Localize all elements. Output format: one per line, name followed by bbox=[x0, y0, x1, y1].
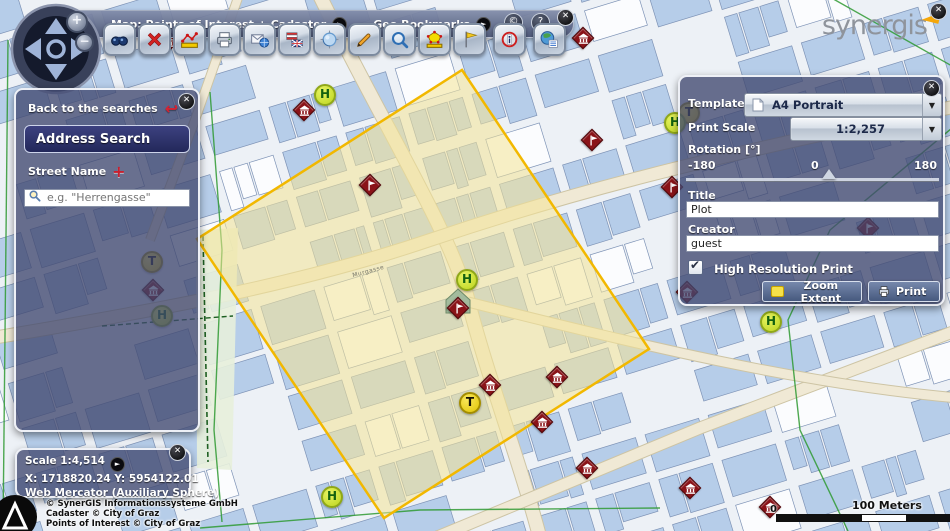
templates-label: Templates bbox=[688, 97, 751, 110]
poi-sight-flag-icon[interactable] bbox=[447, 297, 469, 319]
high-res-label: High Resolution Print bbox=[714, 262, 853, 276]
overview-close-icon[interactable]: ✕ bbox=[930, 3, 947, 20]
measure-line-tool-button[interactable] bbox=[173, 23, 206, 56]
status-panel-close-icon[interactable]: ✕ bbox=[169, 444, 186, 461]
scalebar bbox=[776, 514, 950, 522]
zoom-in-button[interactable]: + bbox=[66, 11, 88, 33]
scale-play-icon[interactable]: ► bbox=[110, 457, 125, 472]
draw-tool-button[interactable] bbox=[348, 23, 381, 56]
bookmark-flag-tool-button[interactable] bbox=[453, 23, 486, 56]
print-panel-close-icon[interactable]: ✕ bbox=[923, 80, 940, 97]
poi-museum-icon[interactable] bbox=[531, 411, 553, 433]
high-res-checkbox[interactable]: ✔ bbox=[688, 260, 703, 275]
status-panel: ✕ Scale 1:4,514► X: 1718820.24 Y: 595412… bbox=[15, 448, 191, 498]
street-name-input[interactable] bbox=[24, 189, 190, 207]
brand-logo-text: synergis bbox=[822, 12, 927, 40]
brand-logo: synergis bbox=[822, 12, 940, 40]
poi-museum-icon[interactable] bbox=[679, 477, 701, 499]
address-search-panel: ✕ Back to the searches ↩ Address Search … bbox=[14, 88, 200, 432]
identify-tool-icon bbox=[499, 29, 520, 50]
toolbar-close-icon[interactable]: ✕ bbox=[557, 9, 574, 26]
poi-museum-icon[interactable] bbox=[546, 366, 568, 388]
print-panel: ✕ Templates A4 Portrait ▼ Print Scale 1:… bbox=[678, 75, 945, 306]
print-button[interactable]: Print bbox=[868, 281, 940, 302]
map-scale: Scale 1:4,514 bbox=[25, 455, 105, 467]
rotation-label: Rotation [°] bbox=[688, 143, 761, 156]
copyright-attribution: © SynerGIS Informationssysteme GmbH Cada… bbox=[46, 499, 238, 529]
send-map-tool-icon bbox=[249, 29, 270, 50]
measure-line-tool-icon bbox=[179, 29, 200, 50]
measure-area-tool-button[interactable] bbox=[418, 23, 451, 56]
rotation-min: -180 bbox=[688, 159, 716, 172]
print-tool-icon bbox=[214, 29, 235, 50]
poi-hotel-icon[interactable]: H bbox=[760, 311, 782, 333]
zoom-out-button[interactable]: − bbox=[75, 33, 94, 52]
clear-selection-tool-button[interactable] bbox=[138, 23, 171, 56]
zoom-select-tool-button[interactable] bbox=[383, 23, 416, 56]
projection: Web Mercator (Auxiliary Sphere) bbox=[25, 486, 181, 500]
zoom-select-tool-icon bbox=[389, 29, 410, 50]
printer-icon bbox=[877, 285, 891, 298]
print-tool-button[interactable] bbox=[208, 23, 241, 56]
clear-selection-tool-icon bbox=[144, 29, 165, 50]
address-search-header[interactable]: Address Search bbox=[24, 125, 190, 153]
print-scale-label: Print Scale bbox=[688, 121, 755, 134]
rotation-mid: 0 bbox=[811, 159, 819, 172]
poi-museum-icon[interactable] bbox=[572, 27, 594, 49]
measure-area-tool-icon bbox=[424, 29, 445, 50]
mouse-coordinates: X: 1718820.24 Y: 5954122.01 bbox=[25, 472, 181, 486]
poi-hotel-icon[interactable]: H bbox=[314, 84, 336, 106]
legend-tool-icon bbox=[539, 29, 560, 50]
scalebar-label: 100 Meters bbox=[852, 499, 922, 512]
print-scale-dropdown[interactable]: 1:2,257 ▼ bbox=[790, 117, 942, 141]
poi-sight-flag-icon[interactable] bbox=[581, 129, 603, 151]
poi-transit-icon[interactable]: T bbox=[459, 392, 481, 414]
back-to-searches-link[interactable]: Back to the searches ↩ bbox=[28, 102, 198, 115]
draw-tool-icon bbox=[354, 29, 375, 50]
poi-museum-icon[interactable] bbox=[293, 99, 315, 121]
rotation-slider-thumb[interactable] bbox=[822, 169, 836, 179]
language-tool-icon bbox=[284, 29, 305, 50]
creator-input[interactable] bbox=[686, 235, 939, 252]
identify-tool-button[interactable] bbox=[493, 23, 526, 56]
app-window: Murgasse HTHHHTHTH synergis Map: Points … bbox=[0, 0, 950, 531]
bookmark-flag-tool-icon bbox=[459, 29, 480, 50]
zoom-extent-button[interactable]: Zoom Extent bbox=[762, 281, 862, 302]
chevron-down-icon[interactable]: ▼ bbox=[922, 94, 941, 116]
tool-buttons bbox=[103, 23, 566, 56]
poi-museum-icon[interactable] bbox=[479, 374, 501, 396]
poi-museum-icon[interactable] bbox=[576, 457, 598, 479]
vendor-logo bbox=[0, 494, 38, 531]
poi-hotel-icon[interactable]: H bbox=[321, 486, 343, 508]
center-map-tool-icon bbox=[319, 29, 340, 50]
chevron-down-icon[interactable]: ▼ bbox=[922, 118, 941, 140]
magnifier-icon bbox=[28, 189, 41, 202]
rotation-slider-track[interactable] bbox=[686, 178, 939, 182]
center-map-tool-button[interactable] bbox=[313, 23, 346, 56]
page-icon bbox=[752, 98, 764, 112]
legend-tool-button[interactable] bbox=[533, 23, 566, 56]
find-tool-icon bbox=[109, 29, 130, 50]
templates-value: A4 Portrait bbox=[764, 98, 922, 112]
send-map-tool-button[interactable] bbox=[243, 23, 276, 56]
poi-sight-flag-icon[interactable] bbox=[359, 174, 381, 196]
rotation-max: 180 bbox=[914, 159, 937, 172]
title-input[interactable] bbox=[686, 201, 939, 218]
extent-icon bbox=[771, 286, 784, 297]
find-tool-button[interactable] bbox=[103, 23, 136, 56]
language-tool-button[interactable] bbox=[278, 23, 311, 56]
add-plus-icon[interactable]: + bbox=[112, 167, 125, 177]
search-panel-close-icon[interactable]: ✕ bbox=[178, 93, 195, 110]
street-name-label: Street Name bbox=[28, 165, 106, 178]
poi-hotel-icon[interactable]: H bbox=[456, 269, 478, 291]
templates-dropdown[interactable]: A4 Portrait ▼ bbox=[744, 93, 942, 117]
print-scale-value: 1:2,257 bbox=[791, 122, 922, 136]
back-arrow-icon: ↩ bbox=[165, 104, 178, 114]
